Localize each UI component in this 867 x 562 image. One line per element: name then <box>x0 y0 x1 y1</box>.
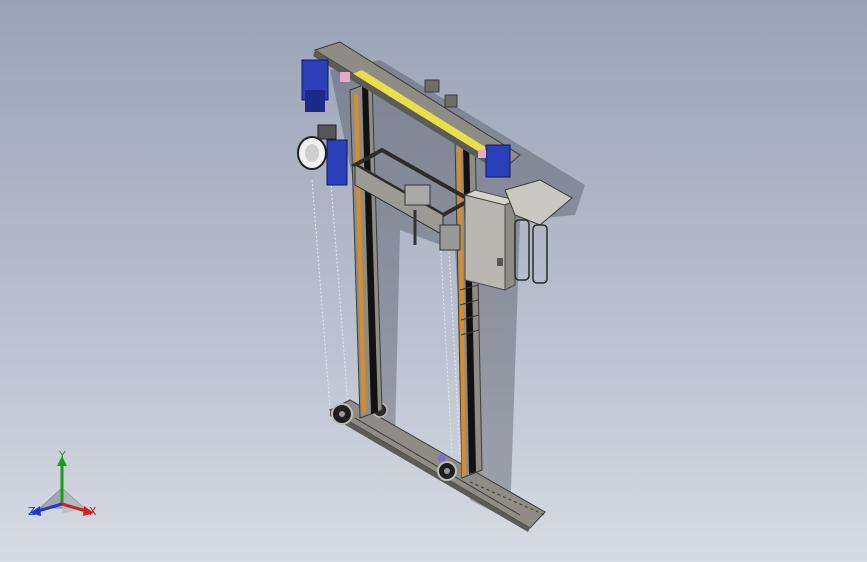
cabinet-hood <box>504 179 573 284</box>
triad-x-label: X <box>89 505 97 518</box>
cad-model-gantry[interactable] <box>0 0 867 562</box>
triad-y-label: Y <box>59 449 66 462</box>
orientation-triad[interactable]: Y X Z <box>22 450 108 526</box>
graphics-viewport[interactable]: Y X Z <box>0 0 867 562</box>
triad-z-label: Z <box>28 505 36 518</box>
control-cabinet <box>463 189 517 291</box>
